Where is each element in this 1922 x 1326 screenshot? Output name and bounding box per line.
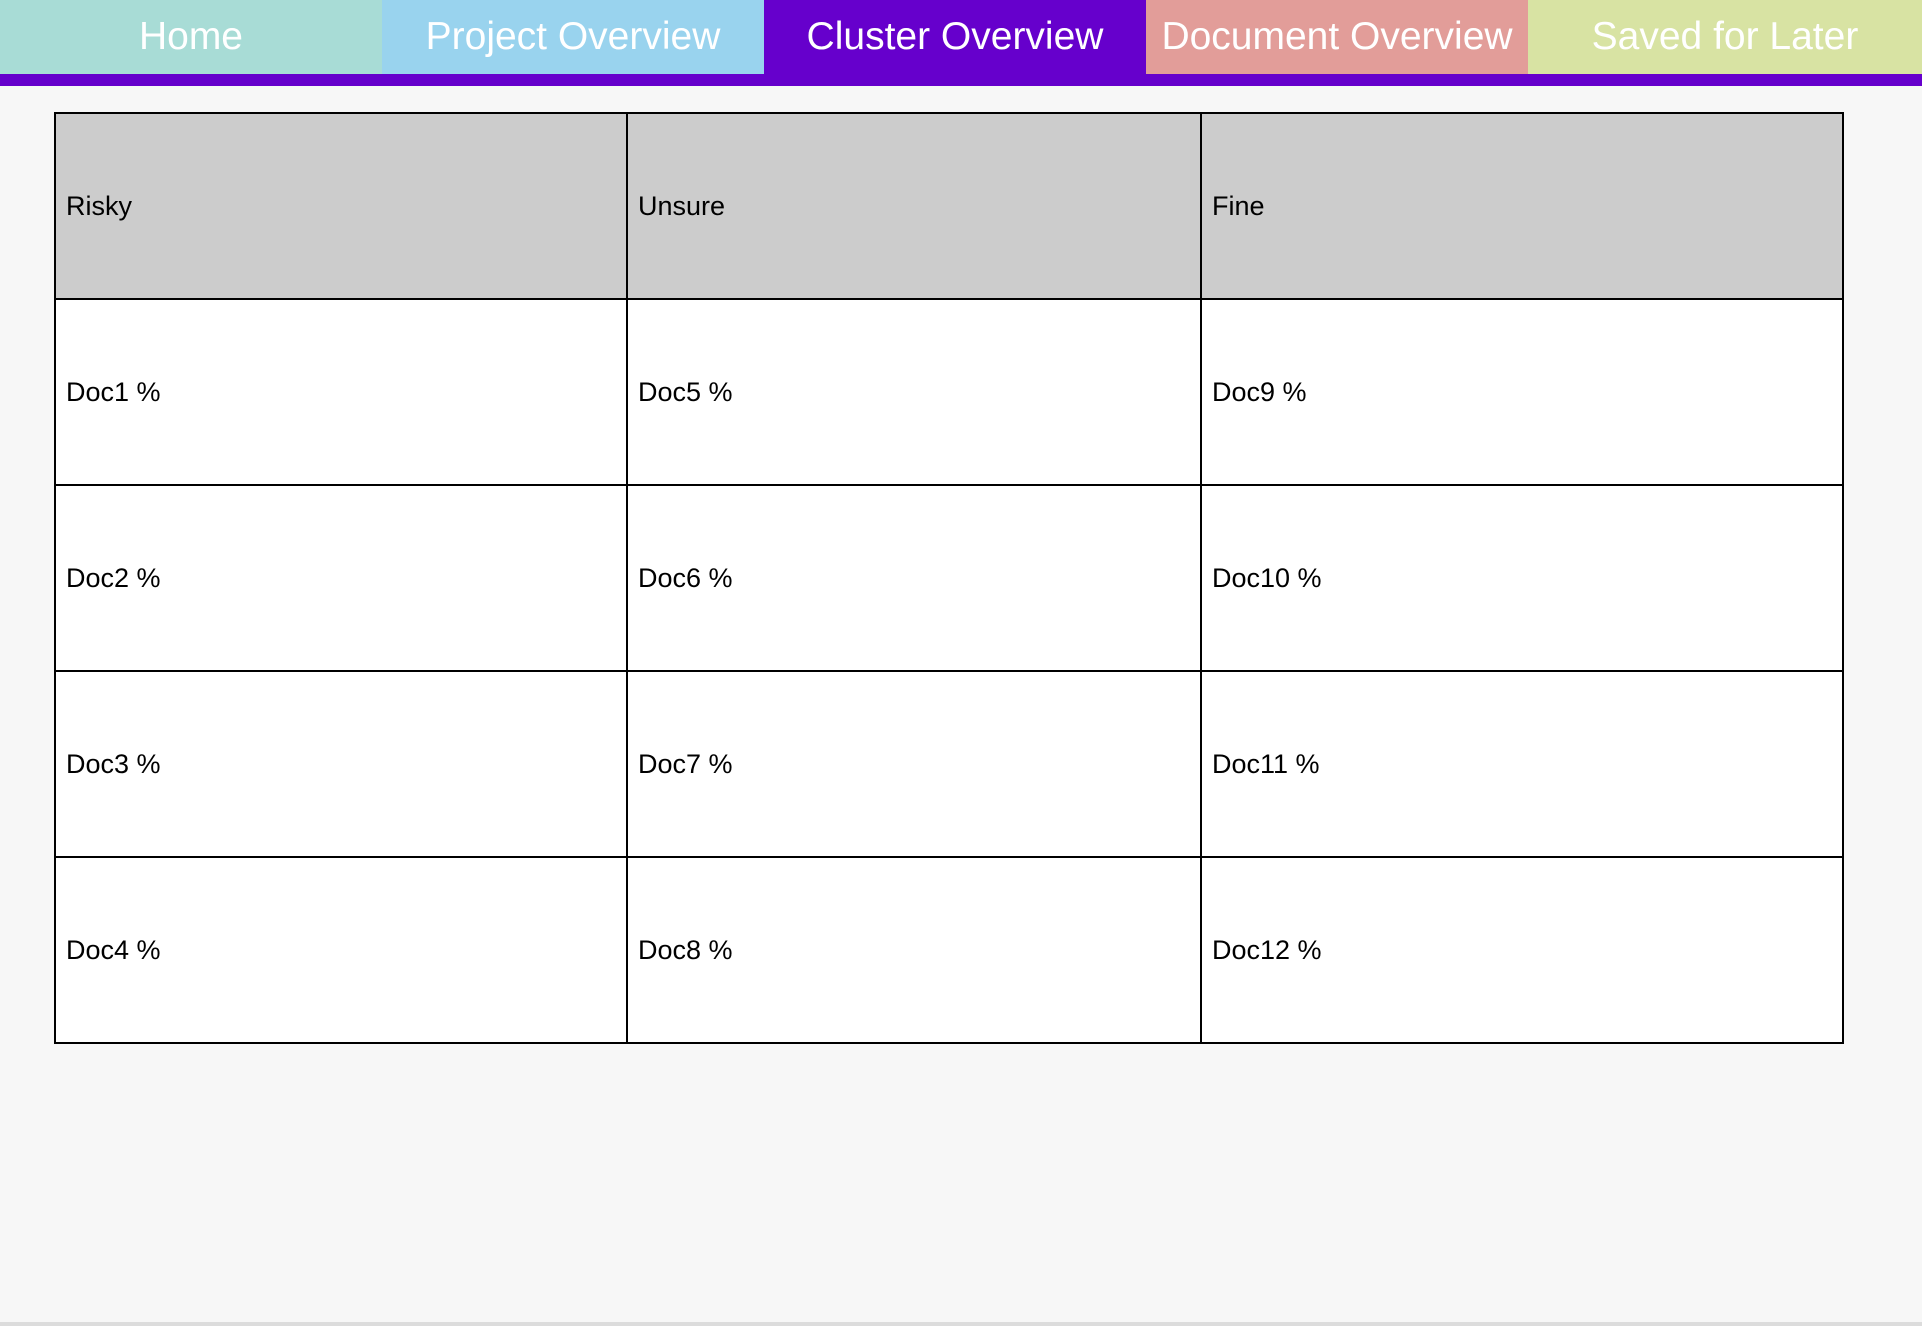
column-header-fine: Fine <box>1200 112 1844 300</box>
tab-document-overview[interactable]: Document Overview <box>1146 0 1528 74</box>
table-cell[interactable]: Doc9 % <box>1200 298 1844 486</box>
tab-home[interactable]: Home <box>0 0 382 74</box>
table-cell[interactable]: Doc12 % <box>1200 856 1844 1044</box>
table-cell[interactable]: Doc11 % <box>1200 670 1844 858</box>
top-nav: Home Project Overview Cluster Overview D… <box>0 0 1922 86</box>
table-cell[interactable]: Doc10 % <box>1200 484 1844 672</box>
table-cell[interactable]: Doc1 % <box>54 298 628 486</box>
table-row: Doc1 % Doc5 % Doc9 % <box>54 298 1844 486</box>
tab-cluster-overview[interactable]: Cluster Overview <box>764 0 1146 74</box>
table-row: Doc3 % Doc7 % Doc11 % <box>54 670 1844 858</box>
column-header-risky: Risky <box>54 112 628 300</box>
table-header-row: Risky Unsure Fine <box>54 112 1844 300</box>
table-cell[interactable]: Doc4 % <box>54 856 628 1044</box>
table-cell[interactable]: Doc8 % <box>626 856 1202 1044</box>
tab-project-overview[interactable]: Project Overview <box>382 0 764 74</box>
column-header-unsure: Unsure <box>626 112 1202 300</box>
table-row: Doc4 % Doc8 % Doc12 % <box>54 856 1844 1044</box>
table-cell[interactable]: Doc2 % <box>54 484 628 672</box>
table-row: Doc2 % Doc6 % Doc10 % <box>54 484 1844 672</box>
cluster-table-container: Risky Unsure Fine Doc1 % Doc5 % Doc9 % D… <box>54 112 1844 1044</box>
table-cell[interactable]: Doc7 % <box>626 670 1202 858</box>
table-cell[interactable]: Doc6 % <box>626 484 1202 672</box>
table-cell[interactable]: Doc5 % <box>626 298 1202 486</box>
bottom-divider <box>0 1322 1922 1326</box>
cluster-table: Risky Unsure Fine Doc1 % Doc5 % Doc9 % D… <box>54 112 1844 1044</box>
tab-saved-for-later[interactable]: Saved for Later <box>1528 0 1922 74</box>
table-cell[interactable]: Doc3 % <box>54 670 628 858</box>
